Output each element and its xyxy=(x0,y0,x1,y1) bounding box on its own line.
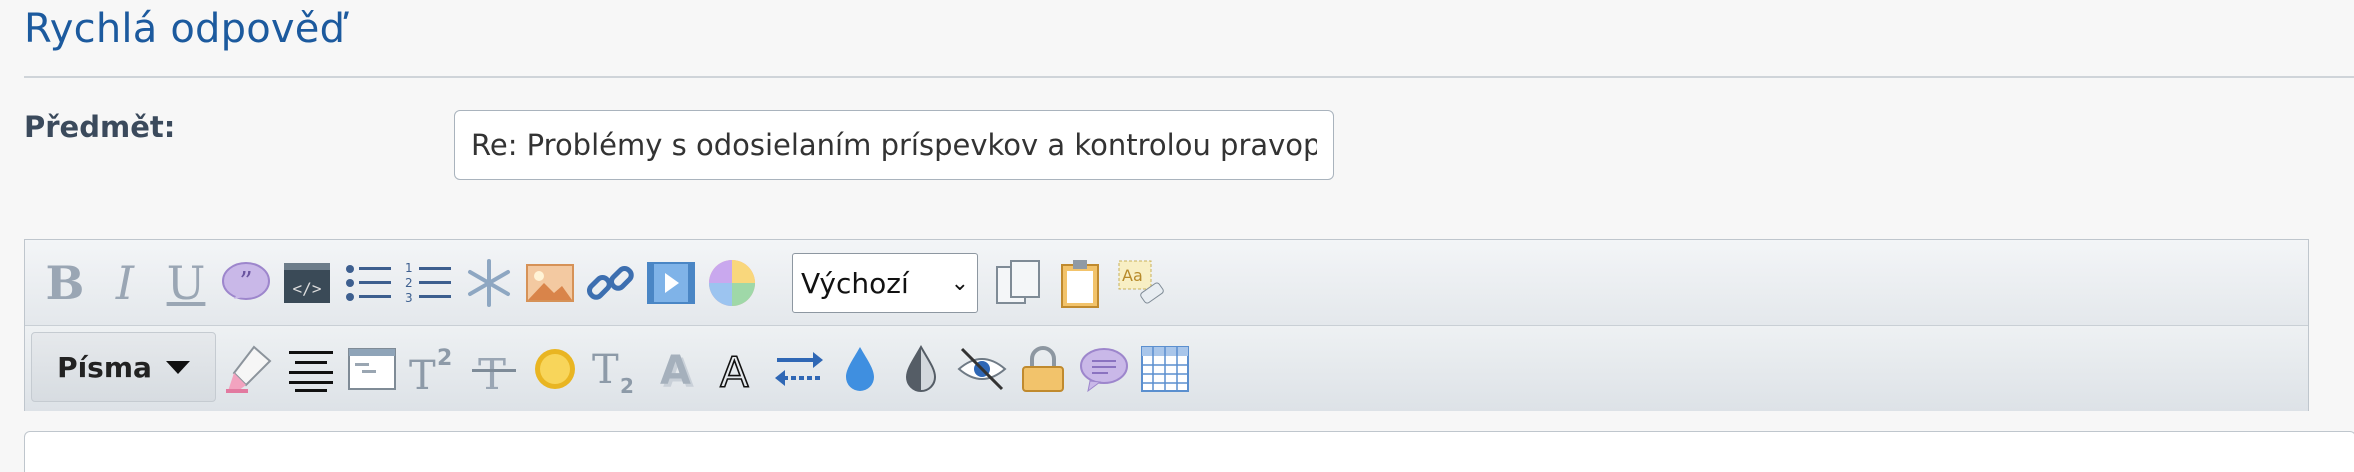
image-icon[interactable] xyxy=(522,255,578,311)
shadow-icon[interactable]: AA xyxy=(649,341,705,397)
svg-text:2: 2 xyxy=(405,276,413,290)
window-icon[interactable] xyxy=(344,341,400,397)
drop-icon[interactable] xyxy=(832,341,888,397)
asterisk-icon[interactable] xyxy=(461,255,517,311)
svg-text:T: T xyxy=(478,350,506,395)
subject-input[interactable] xyxy=(454,110,1334,180)
svg-text:2: 2 xyxy=(437,346,452,371)
glow-icon[interactable] xyxy=(527,341,583,397)
bullet-list-icon[interactable] xyxy=(340,255,396,311)
font-size-select-value: Výchozí xyxy=(801,266,909,300)
numbered-list-icon[interactable]: 123 xyxy=(400,255,456,311)
copy-icon[interactable] xyxy=(991,255,1047,311)
quote-icon[interactable]: ” xyxy=(218,255,274,311)
italic-icon[interactable]: I xyxy=(97,255,153,311)
video-icon[interactable] xyxy=(643,255,699,311)
svg-text:3: 3 xyxy=(405,291,413,305)
svg-text:T: T xyxy=(592,347,619,393)
swap-direction-icon[interactable] xyxy=(771,341,827,397)
align-center-icon[interactable] xyxy=(283,341,339,397)
page-title: Rychlá odpověď xyxy=(24,6,346,52)
code-icon[interactable]: </> xyxy=(279,255,335,311)
superscript-icon[interactable]: T2 xyxy=(405,341,461,397)
message-editor[interactable] xyxy=(24,431,2354,472)
remove-format-icon[interactable]: Aa xyxy=(1113,255,1169,311)
bold-icon[interactable]: B xyxy=(37,255,93,311)
svg-text:T: T xyxy=(409,353,436,395)
svg-text:Aa: Aa xyxy=(1122,266,1143,285)
contrast-icon[interactable] xyxy=(893,341,949,397)
caret-down-icon xyxy=(165,360,190,374)
link-icon[interactable] xyxy=(582,255,638,311)
subscript-icon[interactable]: T2 xyxy=(588,341,644,397)
fonts-button-label: Písma xyxy=(57,350,152,384)
subject-label: Předmět: xyxy=(24,110,176,144)
svg-text:”: ” xyxy=(239,267,252,297)
hide-icon[interactable] xyxy=(954,341,1010,397)
color-wheel-icon[interactable] xyxy=(704,255,760,311)
paste-icon[interactable] xyxy=(1052,255,1108,311)
svg-text:A: A xyxy=(720,348,749,395)
underline-icon[interactable]: U xyxy=(158,255,214,311)
svg-text:</>: </> xyxy=(293,279,322,298)
fonts-dropdown-button[interactable]: Písma xyxy=(31,332,216,402)
title-divider xyxy=(24,76,2354,78)
svg-text:1: 1 xyxy=(405,261,413,275)
table-icon[interactable] xyxy=(1137,341,1193,397)
svg-text:A: A xyxy=(660,348,691,394)
toolbar-row-2: Písma T2 T T2 AA A xyxy=(25,326,2308,411)
lock-icon[interactable] xyxy=(1015,341,1071,397)
font-size-select[interactable]: Výchozí ⌄ xyxy=(792,253,978,313)
editor-toolbar: B I U ” </> 123 Výchozí ⌄ Aa Písma T 2 T… xyxy=(24,239,2309,411)
svg-text:2: 2 xyxy=(620,374,634,395)
toolbar-row-1: B I U ” </> 123 Výchozí ⌄ Aa xyxy=(25,240,2308,326)
outline-icon[interactable]: A xyxy=(710,341,766,397)
speech-bubble-icon[interactable] xyxy=(1076,341,1132,397)
chevron-down-icon: ⌄ xyxy=(950,270,969,296)
strikethrough-icon[interactable]: T xyxy=(466,341,522,397)
highlighter-icon[interactable] xyxy=(222,341,278,397)
